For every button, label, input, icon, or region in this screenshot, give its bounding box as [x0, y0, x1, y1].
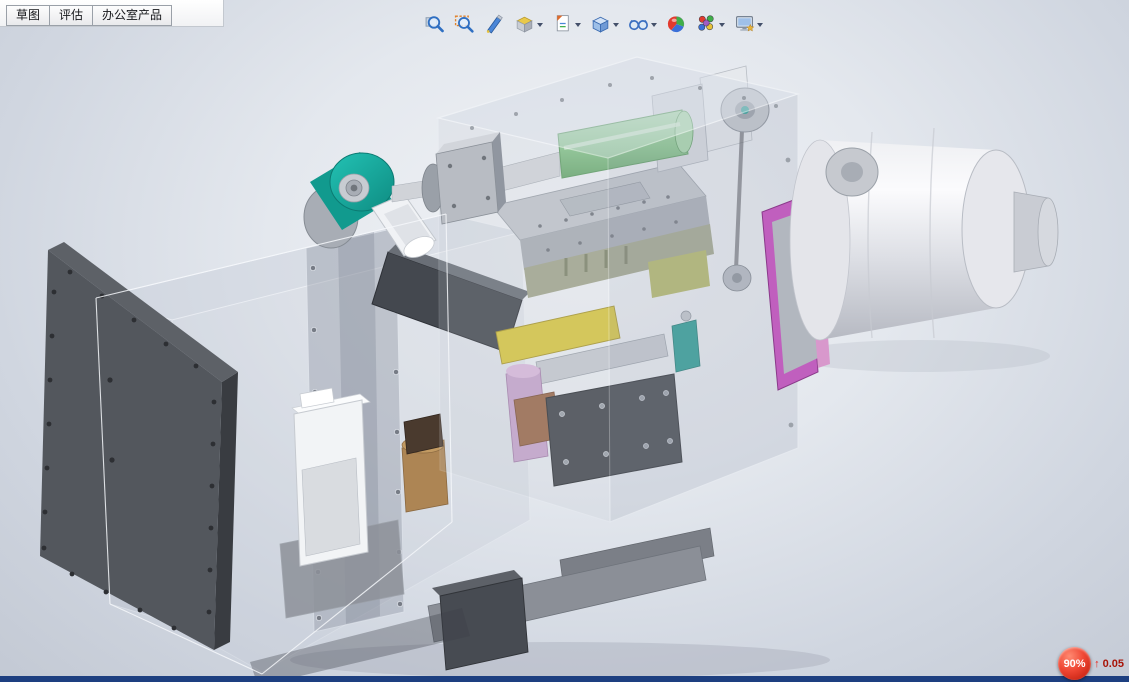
- dynamic-annotation-views-button[interactable]: [552, 13, 581, 34]
- dropdown-arrow-icon[interactable]: [537, 23, 543, 27]
- performance-badge[interactable]: 90%: [1058, 647, 1092, 680]
- up-arrow-icon: ↑: [1094, 657, 1100, 670]
- heads-up-view-toolbar: [424, 13, 763, 34]
- dropdown-arrow-icon[interactable]: [575, 23, 581, 27]
- tab-evaluate[interactable]: 评估: [49, 5, 94, 26]
- previous-view-button[interactable]: [484, 13, 505, 34]
- dropdown-arrow-icon[interactable]: [651, 23, 657, 27]
- edit-appearance-button[interactable]: [666, 13, 687, 34]
- dynamic-annotation-views-icon: [556, 15, 569, 32]
- view-orientation-icon: [592, 16, 609, 33]
- status-bar: [0, 676, 1129, 682]
- edit-appearance-icon: [667, 16, 685, 33]
- dropdown-arrow-icon[interactable]: [613, 23, 619, 27]
- apply-scene-icon: [698, 15, 714, 31]
- section-view-icon: [516, 16, 533, 33]
- apply-scene-button[interactable]: [696, 13, 725, 34]
- hide-show-items-button[interactable]: [628, 13, 657, 34]
- performance-delta: 0.05: [1102, 657, 1124, 670]
- zoom-to-fit-icon: [425, 16, 444, 33]
- performance-indicator: 90% ↑ 0.05: [1058, 647, 1124, 680]
- tab-office-products[interactable]: 办公室产品: [92, 5, 173, 26]
- zoom-to-area-icon: [454, 15, 474, 33]
- zoom-to-area-button[interactable]: [454, 13, 475, 34]
- view-settings-icon: [736, 16, 755, 32]
- view-settings-button[interactable]: [734, 13, 763, 34]
- section-view-button[interactable]: [514, 13, 543, 34]
- zoom-to-fit-button[interactable]: [424, 13, 445, 34]
- hide-show-items-icon: [629, 19, 648, 31]
- dropdown-arrow-icon[interactable]: [757, 23, 763, 27]
- cad-assembly-model[interactable]: [0, 0, 1129, 682]
- servo-motor[interactable]: [789, 127, 1059, 341]
- actuator-box[interactable]: [291, 387, 371, 567]
- graphics-viewport[interactable]: 草图 评估 办公室产品 90% ↑ 0.05: [0, 0, 1129, 682]
- dropdown-arrow-icon[interactable]: [719, 23, 725, 27]
- tab-sketch[interactable]: 草图: [6, 5, 51, 26]
- previous-view-icon: [486, 14, 503, 34]
- view-orientation-button[interactable]: [590, 13, 619, 34]
- command-manager-tab-bar: 草图 评估 办公室产品: [0, 0, 224, 27]
- housing-upper-glass[interactable]: [435, 56, 801, 523]
